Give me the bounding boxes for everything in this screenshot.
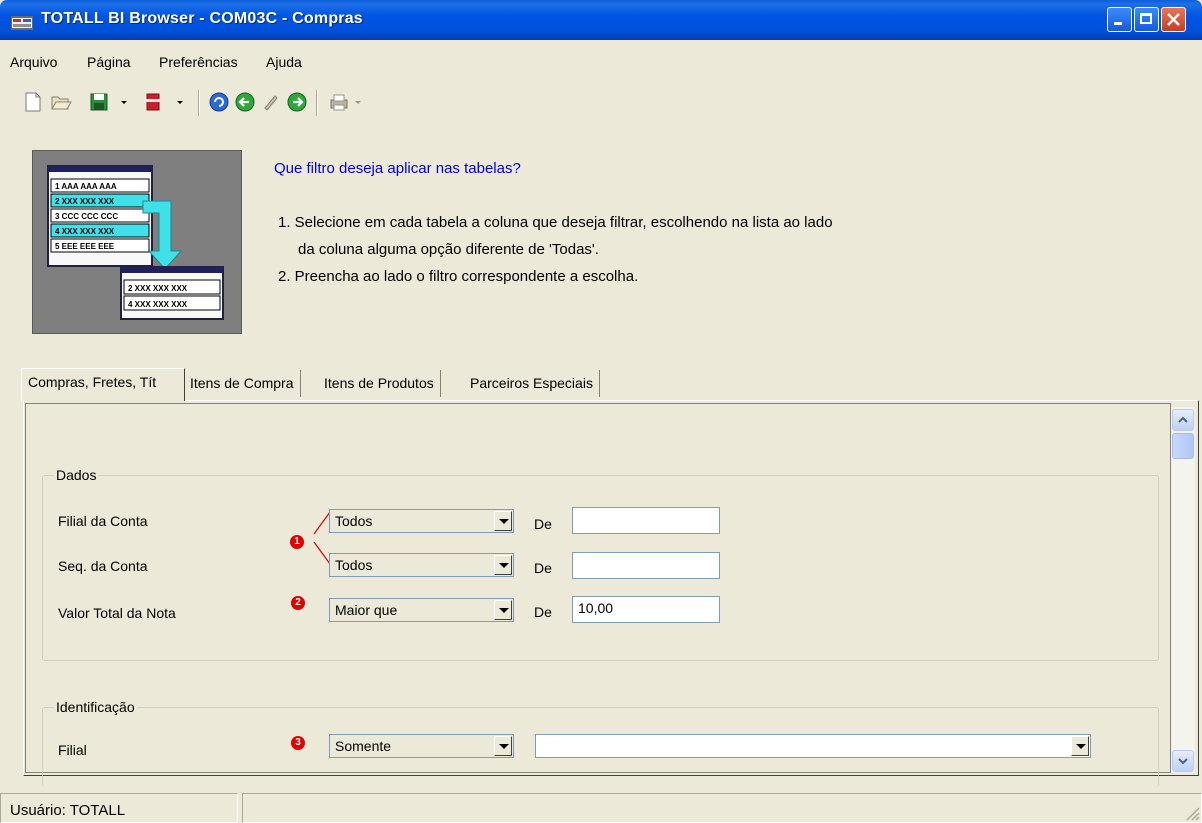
menu-bar: Arquivo Página Preferências Ajuda [0,52,1202,74]
table-filter-image: 1 AAA AAA AAA 2 XXX XXX XXX 3 CCC CCC CC… [47,165,224,320]
tab-itens-compra[interactable]: Itens de Compra [184,370,301,397]
forward-icon[interactable] [286,91,308,113]
group-dados-legend: Dados [54,467,99,483]
bookmark-icon[interactable] [142,91,164,113]
chevron-down-icon[interactable] [494,736,512,756]
filial-conta-operator-select[interactable]: Todos [329,509,514,533]
edit-icon[interactable] [260,91,282,113]
tab-compras[interactable]: Compras, Fretes, Tít [21,368,185,401]
menu-ajuda[interactable]: Ajuda [266,54,302,70]
callout-1-badge: 1 [290,535,304,549]
group-identificacao-legend: Identificação [54,699,137,715]
filial-value-select[interactable] [535,734,1091,758]
open-icon[interactable] [50,91,72,113]
filial-conta-value-input[interactable] [572,507,720,534]
label-valor-total: Valor Total da Nota [58,605,176,621]
scroll-down-button[interactable] [1172,750,1194,772]
chevron-down-icon[interactable] [494,555,512,575]
valor-total-operator-select[interactable]: Maior que [329,598,514,622]
status-empty-cell [242,793,1202,823]
illus-row-2: 2 XXX XXX XXX [55,197,115,206]
instruction-step-1: 1. Selecione em cada tabela a coluna que… [278,214,833,231]
filial-operator-value: Somente [335,738,392,754]
filter-prompt: Que filtro deseja aplicar nas tabelas? [274,160,521,177]
menu-arquivo[interactable]: Arquivo [10,54,57,70]
valor-total-value: 10,00 [578,600,614,616]
label-filial: Filial [58,742,87,758]
new-icon[interactable] [22,91,44,113]
minimize-button[interactable] [1107,7,1132,32]
back-icon[interactable] [234,91,256,113]
callout-2-badge: 2 [291,596,305,610]
dropdown-icon[interactable] [118,91,130,113]
minimize-icon [1114,22,1122,25]
seq-conta-value-input[interactable] [572,552,720,579]
window-title: TOTALL BI Browser - COM03C - Compras [41,10,363,27]
chevron-up-icon [1178,416,1188,423]
print-icon[interactable] [328,91,350,113]
de-label: De [534,560,552,576]
valor-total-value-input[interactable]: 10,00 [572,596,720,623]
filial-operator-select[interactable]: Somente [329,734,514,758]
filial-conta-operator-value: Todos [335,513,373,529]
seq-conta-operator-select[interactable]: Todos [329,553,514,577]
resize-grip-icon[interactable] [1184,805,1200,821]
close-button[interactable] [1161,7,1186,32]
close-icon [1167,13,1180,26]
status-bar: Usuário: TOTALL [0,793,1202,823]
toolbar-separator [198,90,200,116]
chevron-down-icon [1178,758,1188,765]
chevron-down-icon[interactable] [1071,736,1089,756]
toolbar-separator [316,90,318,116]
maximize-icon [1140,13,1152,24]
de-label: De [534,604,552,620]
illus-row-1: 1 AAA AAA AAA [55,182,117,191]
status-user-cell: Usuário: TOTALL [0,793,238,823]
seq-conta-operator-value: Todos [335,557,373,573]
dropdown-icon[interactable] [352,91,364,113]
label-filial-conta: Filial da Conta [58,513,148,529]
toolbar [0,84,1202,122]
menu-preferencias[interactable]: Preferências [159,54,238,70]
chevron-down-icon[interactable] [494,600,512,620]
illus-result-row-1: 2 XXX XXX XXX [128,284,188,293]
filter-illustration: 1 AAA AAA AAA 2 XXX XXX XXX 3 CCC CCC CC… [32,150,242,334]
illus-row-3: 3 CCC CCC CCC [55,212,118,221]
illus-result-row-2: 4 XXX XXX XXX [128,300,188,309]
app-icon [11,16,33,30]
de-label: De [534,516,552,532]
menu-pagina[interactable]: Página [87,54,131,70]
maximize-button[interactable] [1134,7,1159,32]
save-icon[interactable] [88,91,110,113]
refresh-icon[interactable] [208,91,230,113]
scroll-up-button[interactable] [1172,409,1194,431]
tab-parceiros[interactable]: Parceiros Especiais [464,370,600,397]
vertical-scrollbar[interactable] [1171,407,1195,773]
illus-row-4: 4 XXX XXX XXX [55,227,115,236]
instruction-step-1-cont: da coluna alguma opção diferente de 'Tod… [298,241,599,258]
valor-total-operator-value: Maior que [335,602,398,618]
status-user: Usuário: TOTALL [10,802,126,819]
instruction-step-2: 2. Preencha ao lado o filtro corresponde… [278,268,639,285]
illus-row-5: 5 EEE EEE EEE [55,242,115,251]
label-seq-conta: Seq. da Conta [58,558,148,574]
chevron-down-icon[interactable] [494,511,512,531]
scroll-thumb[interactable] [1172,433,1194,459]
dropdown-icon[interactable] [174,91,186,113]
tab-itens-produtos[interactable]: Itens de Produtos [318,370,441,397]
title-bar[interactable]: TOTALL BI Browser - COM03C - Compras [0,0,1202,40]
